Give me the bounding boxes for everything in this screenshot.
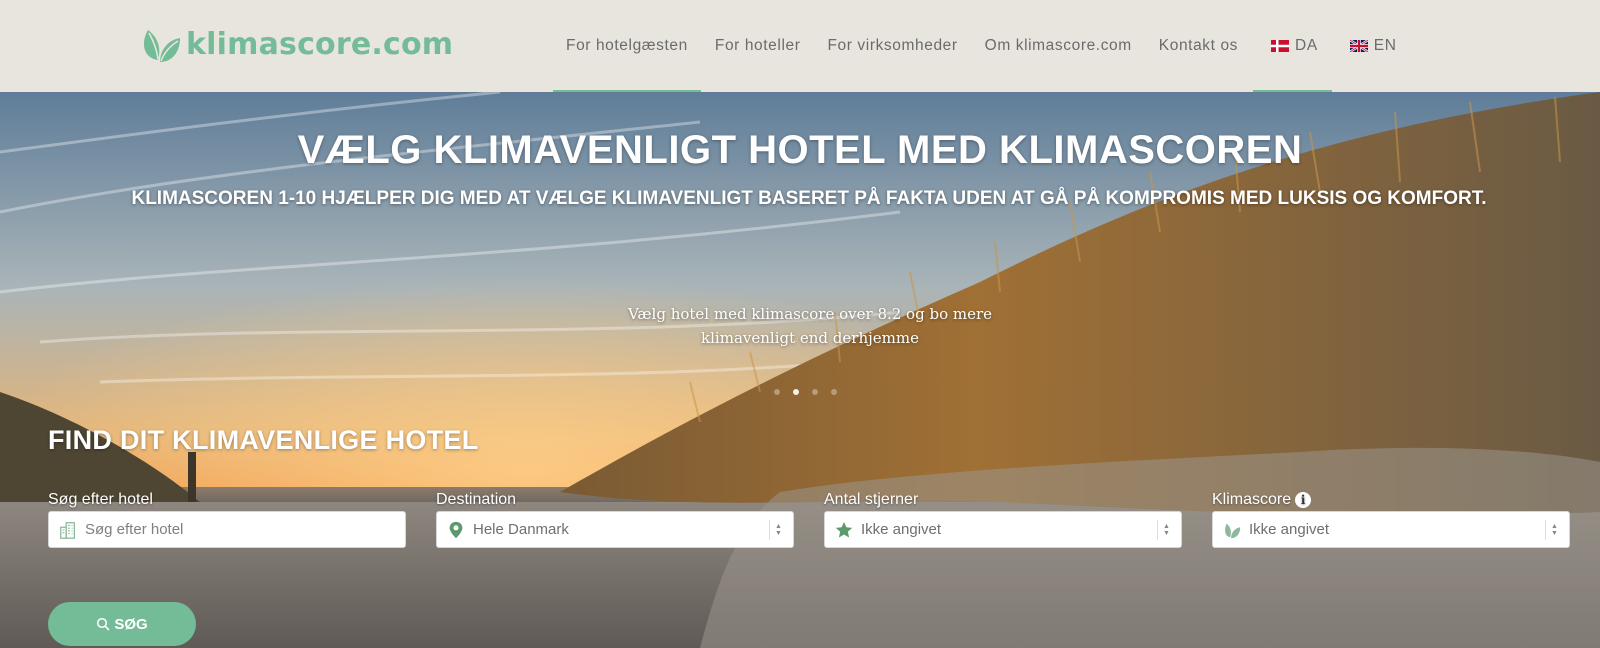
search-section-title: FIND DIT KLIMAVENLIGE HOTEL xyxy=(48,425,479,455)
climate-score-label: Klimascore xyxy=(1212,491,1292,508)
hero-subtitle: KLIMASCOREN 1-10 HJÆLPER DIG MED AT VÆLG… xyxy=(131,188,1487,209)
language-en-label: EN xyxy=(1373,37,1397,54)
carousel-dot-active[interactable] xyxy=(793,389,799,395)
hotel-search-box xyxy=(48,511,406,548)
nav-contact[interactable]: Kontakt os xyxy=(1159,0,1238,92)
hotel-search-field: Søg efter hotel xyxy=(48,490,406,548)
site-logo[interactable]: klimascore.com xyxy=(138,20,453,68)
leaf-icon xyxy=(1221,519,1243,541)
map-pin-icon xyxy=(445,519,467,541)
flag-denmark-icon xyxy=(1271,40,1290,52)
leaf-logo-icon xyxy=(143,30,180,62)
info-icon[interactable]: i xyxy=(1295,492,1312,508)
language-en[interactable]: EN xyxy=(1349,0,1397,92)
carousel-dot[interactable] xyxy=(831,389,837,395)
logo-text: klimascore.com xyxy=(186,26,454,62)
climate-score-value: Ikke angivet xyxy=(1249,521,1330,538)
nav-about[interactable]: Om klimascore.com xyxy=(985,0,1132,92)
hero-section: VÆLG KLIMAVENLIGT HOTEL MED KLIMASCOREN … xyxy=(0,92,1600,648)
destination-label: Destination xyxy=(436,491,517,508)
dune-sunset-background-image xyxy=(0,92,1600,648)
top-navigation-bar: klimascore.com For hotelgæsten For hotel… xyxy=(0,0,1600,92)
main-nav: For hotelgæsten For hoteller For virksom… xyxy=(553,0,1397,92)
destination-field: Destination Hele Danmark ▲ ▼ xyxy=(436,490,794,548)
search-button[interactable]: SØG xyxy=(48,602,196,646)
destination-select[interactable]: Hele Danmark ▲ ▼ xyxy=(436,511,794,548)
flag-uk-icon xyxy=(1349,40,1368,52)
carousel-caption: Vælg hotel med klimascore over 8.2 og bo… xyxy=(600,302,1020,350)
building-icon xyxy=(57,519,79,541)
carousel-dot[interactable] xyxy=(774,389,780,395)
select-arrows-icon: ▲ ▼ xyxy=(1157,520,1171,540)
language-da-label: DA xyxy=(1295,37,1318,54)
stars-label: Antal stjerner xyxy=(824,491,919,508)
hero-title: VÆLG KLIMAVENLIGT HOTEL MED KLIMASCOREN xyxy=(297,128,1303,172)
carousel-caption-line1: Vælg hotel med klimascore over 8.2 og bo… xyxy=(627,305,993,323)
hotel-search-input[interactable] xyxy=(85,521,365,538)
climate-score-label-row: Klimascore i xyxy=(1212,490,1570,510)
climate-score-select[interactable]: Ikke angivet ▲ ▼ xyxy=(1212,511,1570,548)
search-button-label: SØG xyxy=(114,615,148,633)
carousel-dot[interactable] xyxy=(812,389,818,395)
nav-for-hotels[interactable]: For hoteller xyxy=(715,0,801,92)
star-icon xyxy=(833,519,855,541)
destination-value: Hele Danmark xyxy=(473,521,569,538)
nav-for-hotel-guest[interactable]: For hotelgæsten xyxy=(553,0,701,92)
carousel-indicators xyxy=(774,389,837,395)
hotel-search-label: Søg efter hotel xyxy=(48,491,153,508)
stars-value: Ikke angivet xyxy=(861,521,942,538)
nav-for-companies[interactable]: For virksomheder xyxy=(827,0,957,92)
carousel-caption-line2: klimavenligt end derhjemme xyxy=(701,329,919,347)
language-da[interactable]: DA xyxy=(1253,0,1332,92)
stars-select[interactable]: Ikke angivet ▲ ▼ xyxy=(824,511,1182,548)
magnifier-icon xyxy=(97,617,110,631)
select-arrows-icon: ▲ ▼ xyxy=(1545,520,1559,540)
select-arrows-icon: ▲ ▼ xyxy=(769,520,783,540)
stars-field: Antal stjerner Ikke angivet ▲ ▼ xyxy=(824,490,1182,548)
climate-score-field: Klimascore i Ikke angivet ▲ ▼ xyxy=(1212,490,1570,548)
